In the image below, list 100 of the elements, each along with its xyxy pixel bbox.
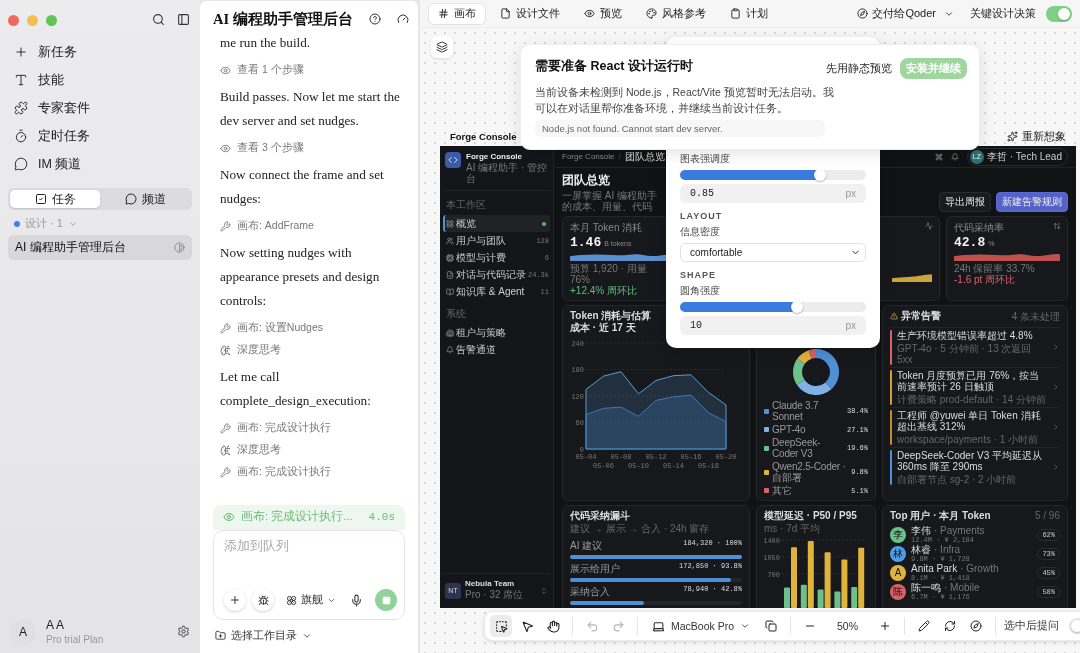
help-button[interactable] [369, 13, 381, 25]
chevron-right-icon [1052, 463, 1060, 471]
kpi-label: 本月 Token 消耗 [570, 221, 643, 235]
legend-label: Qwen2.5-Coder · 自部署 [772, 461, 847, 483]
add-button[interactable] [224, 589, 246, 611]
sort-icon [1053, 222, 1061, 230]
dashboard-nav-item[interactable]: 概览 [443, 215, 550, 232]
setting-label: 圆角强度 [680, 284, 720, 298]
sidebar-toggle-button[interactable] [177, 12, 190, 26]
funnel-label: 展示给用户 [570, 562, 620, 576]
error-log: Node.js not found. Cannot start dev server. [535, 120, 825, 137]
sidebar-nav-item[interactable]: 新任务 [8, 38, 192, 66]
chat-title: AI 编程助手管理后台 [213, 9, 353, 29]
header-button[interactable]: 导出周报 [939, 192, 991, 212]
density-select[interactable]: comfortable [680, 243, 866, 262]
canvas-tab[interactable]: 风格参考 [636, 2, 716, 25]
wrench-icon [220, 322, 231, 334]
breadcrumb-item[interactable]: 团队总览 [624, 149, 665, 164]
card-note: 建议 → 展示 → 合入 · 24h 窗存 [570, 522, 710, 536]
dashboard-nav-item[interactable]: 告警通道 [443, 341, 550, 358]
sidebar-tab[interactable]: 频道 [100, 190, 190, 208]
step-label[interactable]: 画布: 设置Nudges [237, 321, 324, 335]
unit-label: px [845, 188, 856, 199]
slider-track[interactable] [680, 302, 866, 312]
window-control-icon[interactable] [8, 15, 19, 26]
funnel-label: 采纳合入 [570, 585, 610, 599]
layers-button[interactable] [431, 36, 453, 58]
alert-title[interactable]: DeepSeek-Coder V3 平均延迟从 360ms 降至 290ms [897, 449, 1047, 473]
canvas-tab[interactable]: 画布 [428, 2, 486, 25]
step-label[interactable]: 查看 1 个步骤 [237, 63, 304, 77]
command-icon [934, 152, 943, 161]
legend-label: 其它 [772, 485, 793, 496]
reimagine-button[interactable]: 重新想象 [1007, 129, 1066, 144]
settings-icon [177, 625, 190, 638]
step-label[interactable]: 查看 3 个步骤 [237, 141, 304, 155]
step-label[interactable]: 深度思考 [237, 343, 281, 357]
user-name: 李哲 · Tech Lead [986, 149, 1062, 164]
slider-thumb[interactable] [791, 301, 804, 313]
settings-button[interactable] [177, 625, 190, 638]
plus-icon [229, 594, 241, 606]
number-field[interactable]: 10 px [680, 316, 866, 335]
model-picker[interactable]: 旗舰 [284, 593, 338, 607]
alert-title[interactable]: 工程师 @yuwei 单日 Token 消耗超出基线 312% [897, 409, 1047, 433]
step-label[interactable]: 深度思考 [237, 443, 281, 457]
sidebar-nav-item[interactable]: IM 频道 [8, 150, 192, 178]
dashboard-nav-item[interactable]: 租户与策略 [443, 324, 550, 341]
mic-button[interactable] [350, 593, 363, 607]
dot-icon [14, 220, 20, 227]
workdir-button[interactable]: 选择工作目录 [215, 628, 312, 643]
header-button[interactable]: 新建告警规则 [996, 192, 1068, 212]
handoff-button[interactable]: 交付给Qoder [855, 6, 956, 21]
sidebar-nav-item[interactable]: 专家套件 [8, 94, 192, 122]
sidebar-nav-item[interactable]: 技能 [8, 66, 192, 94]
card-note: 5 / 96 [1034, 510, 1060, 521]
device-picker[interactable]: MacBook Pro [646, 619, 757, 633]
task-item[interactable]: AI 编程助手管理后台 [8, 235, 192, 260]
breadcrumb-item[interactable]: Forge Console [562, 152, 615, 161]
user-avatar: 李 [890, 526, 906, 543]
search-button[interactable] [152, 12, 165, 26]
slider-track[interactable] [680, 170, 866, 180]
sidebar-nav-item[interactable]: 定时任务 [8, 122, 192, 150]
user-team: · Growth [960, 563, 999, 574]
step-label[interactable]: 画布: 完成设计执行 [237, 465, 331, 479]
user-team: · Infra [934, 544, 961, 555]
step-label[interactable]: 画布: AddFrame [237, 219, 314, 233]
book-icon [446, 287, 454, 296]
wrench-icon [220, 422, 231, 434]
gauge-button[interactable] [397, 13, 409, 25]
sidebar-tab[interactable]: 任务 [10, 190, 100, 208]
alert-title[interactable]: Token 月度预算已用 76%，按当前速率预计 26 日触顶 [897, 369, 1047, 393]
card-note: ms · 7d 平均 [764, 522, 821, 536]
composer[interactable]: 添加到队列 旗舰 [213, 530, 405, 620]
redo-icon [611, 619, 625, 633]
warning-icon [890, 312, 898, 320]
plus-icon [14, 45, 28, 59]
clipboard-icon [730, 8, 741, 19]
building-icon [446, 328, 454, 337]
bell-icon [446, 345, 454, 354]
stop-icon [381, 595, 391, 605]
user-avatar[interactable]: A [10, 618, 36, 645]
mic-icon [350, 593, 363, 607]
eye-icon [220, 64, 231, 76]
step-label[interactable]: 画布: 完成设计执行 [237, 421, 331, 435]
chat-message: Let me call complete_design_execution: [220, 368, 372, 410]
user-name: 陈一鸣 [911, 582, 941, 593]
toggle-label: 关键设计决策 [970, 6, 1036, 21]
static-preview-button[interactable]: 先用静态预览 [826, 61, 892, 76]
number-field[interactable]: 0.85 px [680, 184, 866, 203]
canvas-tab[interactable]: 预览 [574, 2, 632, 25]
users-icon [446, 236, 454, 245]
bug-button[interactable] [252, 589, 274, 611]
alert-title[interactable]: 生产环境模型错误率超过 4.8% [897, 330, 1033, 342]
area-select-button[interactable] [490, 615, 512, 637]
undo-icon [585, 619, 599, 633]
decision-toggle[interactable] [1046, 5, 1072, 22]
canvas-tab[interactable]: 设计文件 [490, 2, 570, 25]
wrench-icon [220, 466, 231, 478]
chat-icon [14, 157, 28, 171]
canvas-tab[interactable]: 计划 [720, 2, 778, 25]
chevron-down-icon [740, 621, 751, 631]
